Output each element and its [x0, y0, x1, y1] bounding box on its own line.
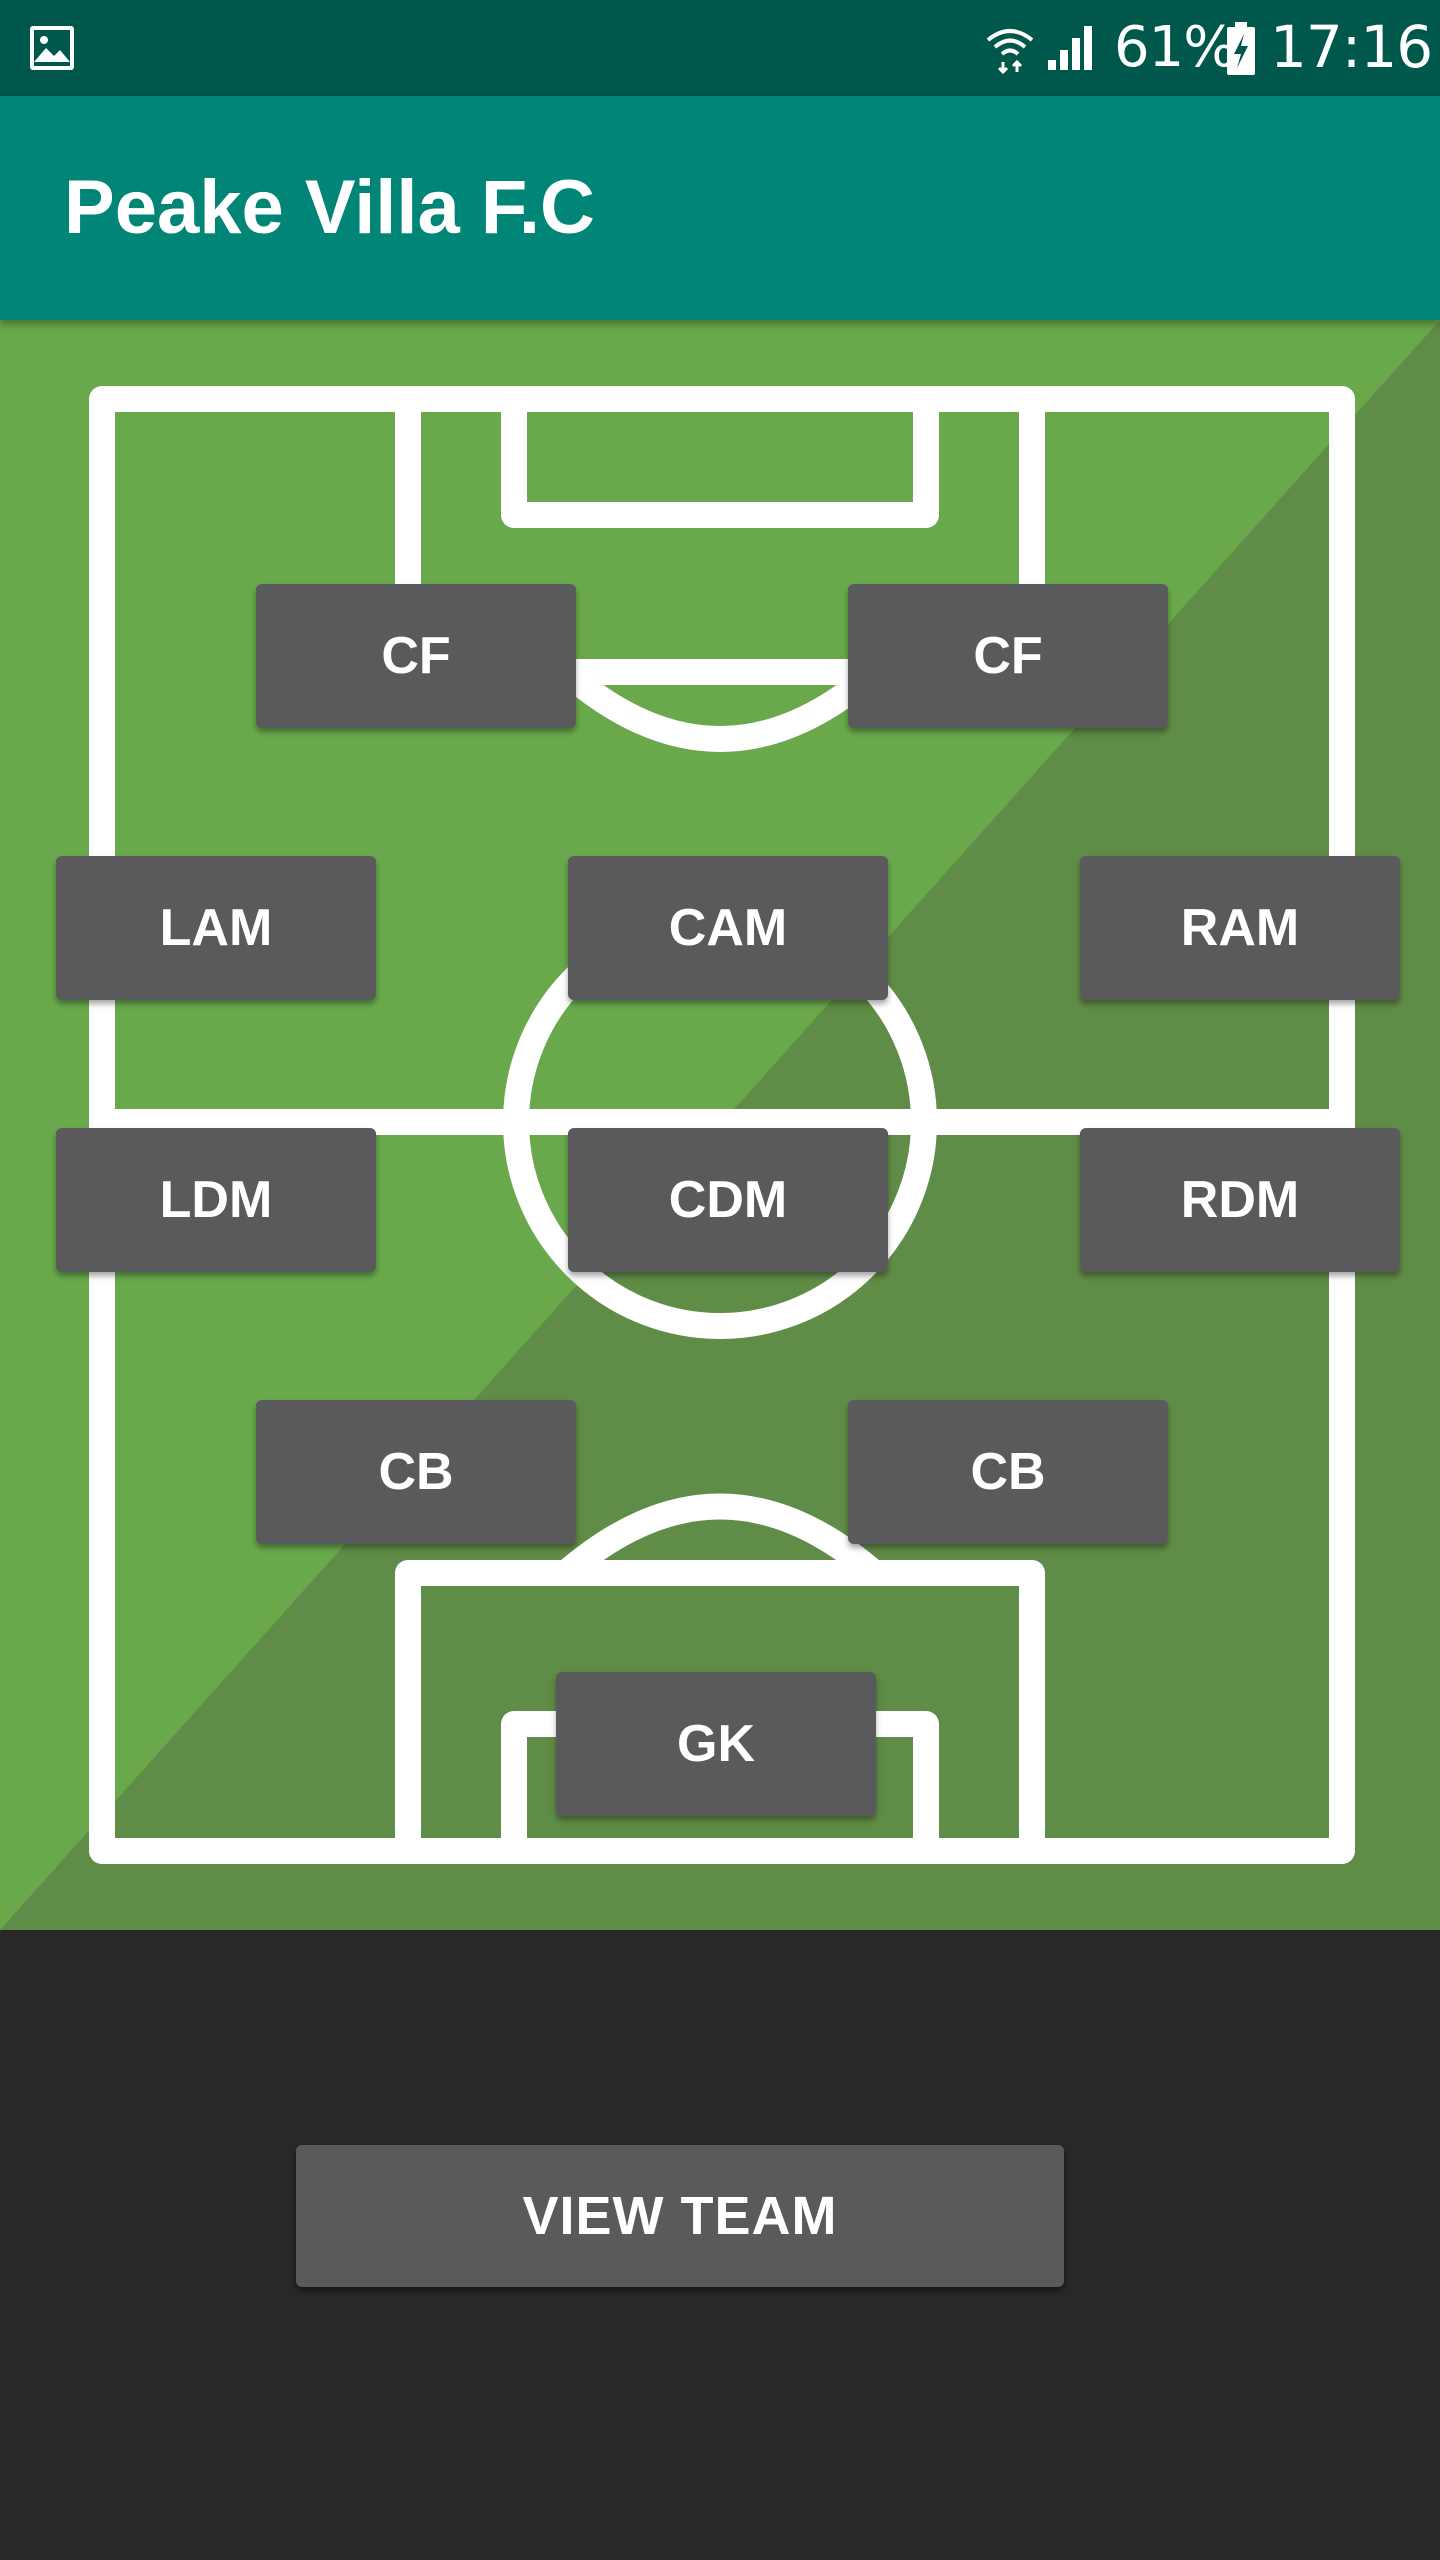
position-cdm-button[interactable]: CDM: [568, 1128, 888, 1272]
position-cb-left-button[interactable]: CB: [256, 1400, 576, 1544]
page-title: Peake Villa F.C: [64, 165, 595, 250]
signal-icon: [1048, 26, 1092, 70]
football-pitch: CF CF LAM CAM RAM LDM CDM RDM CB CB GK: [0, 320, 1440, 1930]
position-cf-left-button[interactable]: CF: [256, 584, 576, 728]
position-cb-right-button[interactable]: CB: [848, 1400, 1168, 1544]
wifi-icon: [986, 29, 1034, 74]
position-gk-button[interactable]: GK: [556, 1672, 876, 1816]
position-rdm-button[interactable]: RDM: [1080, 1128, 1400, 1272]
position-cam-button[interactable]: CAM: [568, 856, 888, 1000]
view-team-button[interactable]: VIEW TEAM: [296, 2145, 1064, 2287]
position-cf-right-button[interactable]: CF: [848, 584, 1168, 728]
app-bar: Peake Villa F.C: [0, 96, 1440, 320]
position-lam-button[interactable]: LAM: [56, 856, 376, 1000]
bottom-action-area: VIEW TEAM: [0, 1930, 1440, 2560]
position-ldm-button[interactable]: LDM: [56, 1128, 376, 1272]
clock: 17:16: [1270, 13, 1433, 81]
battery-percent: 61%: [1114, 15, 1236, 80]
status-bar: 61% 17:16: [0, 0, 1440, 96]
gallery-icon: [30, 26, 74, 70]
position-ram-button[interactable]: RAM: [1080, 856, 1400, 1000]
battery-charging-icon: [1227, 22, 1255, 75]
